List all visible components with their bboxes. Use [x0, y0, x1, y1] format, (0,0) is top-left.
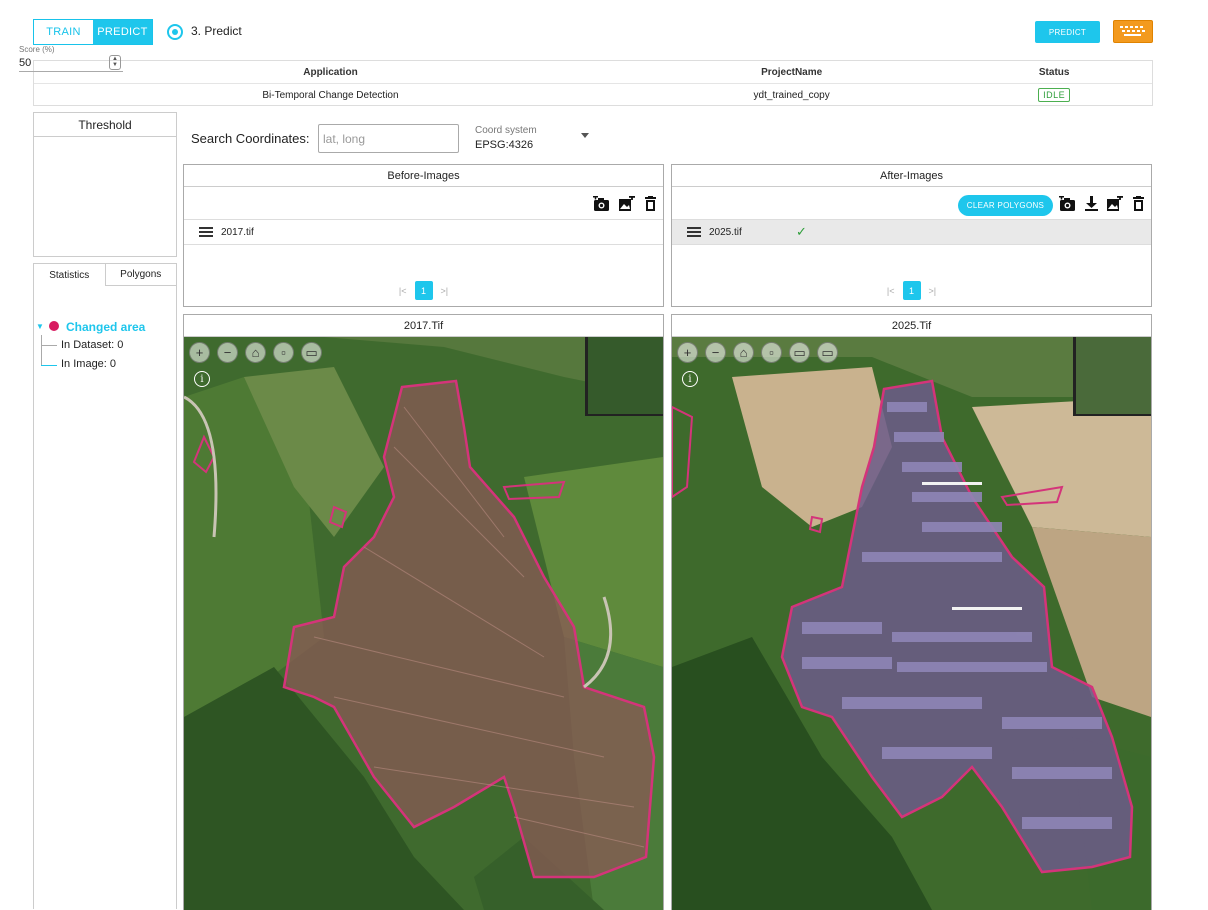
after-map-title: 2025.Tif [672, 315, 1151, 337]
keyboard-icon [1120, 26, 1145, 36]
zoom-in-icon[interactable]: + [189, 342, 210, 363]
project-info-table: Application ProjectName Status Bi-Tempor… [33, 60, 1153, 106]
step-label: 3. Predict [191, 24, 242, 38]
before-map-canvas[interactable]: + − ⌂ ▫ ▭ i [184, 337, 663, 910]
predict-mode-button[interactable]: PREDICT [93, 20, 152, 44]
tab-statistics[interactable]: Statistics [33, 263, 106, 286]
clear-polygons-button[interactable]: CLEAR POLYGONS [958, 195, 1053, 216]
tree-connector [41, 365, 57, 366]
before-map-title: 2017.Tif [184, 315, 663, 337]
list-item[interactable]: 2017.tif [184, 219, 663, 245]
application-value: Bi-Temporal Change Detection [262, 89, 399, 101]
layers-icon[interactable]: ▭ [301, 342, 322, 363]
fullscreen-icon[interactable]: ▫ [761, 342, 782, 363]
mode-toggle: TRAIN PREDICT [33, 19, 153, 45]
zoom-out-icon[interactable]: − [705, 342, 726, 363]
last-page-icon[interactable]: >| [929, 286, 937, 296]
home-icon[interactable]: ⌂ [733, 342, 754, 363]
list-item[interactable]: 2025.tif ✓ [672, 219, 1151, 245]
before-pager: |< 1 >| [184, 281, 663, 300]
expand-arrow-icon[interactable]: ▼ [36, 322, 44, 331]
header-status: Status [1038, 66, 1070, 78]
tab-polygons[interactable]: Polygons [105, 263, 177, 286]
add-image-icon[interactable] [618, 196, 635, 212]
delete-icon[interactable] [642, 196, 659, 212]
chevron-down-icon[interactable] [581, 133, 589, 138]
after-map-panel: 2025.Tif + − ⌂ ▫ ▭ ▭ i [671, 314, 1152, 910]
tree-connector [41, 335, 42, 366]
score-underline [19, 71, 123, 72]
after-pager: |< 1 >| [672, 281, 1151, 300]
add-camera-icon[interactable] [593, 196, 610, 212]
coord-system-select[interactable]: EPSG:4326 [475, 139, 533, 151]
keyboard-button[interactable] [1113, 20, 1153, 43]
first-page-icon[interactable]: |< [887, 286, 895, 296]
tree-item-in-image[interactable]: In Image: 0 [61, 358, 116, 370]
check-icon: ✓ [796, 224, 807, 239]
before-images-panel: Before-Images 2017.tif |< 1 >| [183, 164, 664, 307]
tree-root-changed-area[interactable]: Changed area [66, 320, 145, 334]
info-icon[interactable]: i [682, 371, 698, 387]
train-mode-button[interactable]: TRAIN [34, 20, 93, 44]
map-controls: + − ⌂ ▫ ▭ [189, 342, 322, 363]
minimap[interactable] [1073, 337, 1151, 416]
info-icon[interactable]: i [194, 371, 210, 387]
map-controls: + − ⌂ ▫ ▭ ▭ [677, 342, 838, 363]
add-image-icon[interactable] [1106, 196, 1123, 212]
header-project-name: ProjectName [761, 66, 823, 78]
score-stepper[interactable]: ▲ ▼ [109, 55, 121, 70]
search-coordinates-input[interactable] [318, 124, 459, 153]
tree-item-in-dataset[interactable]: In Dataset: 0 [61, 339, 123, 351]
coord-system-label: Coord system [475, 125, 537, 136]
before-map-panel: 2017.Tif + − ⌂ ▫ ▭ i [183, 314, 664, 910]
zoom-out-icon[interactable]: − [217, 342, 238, 363]
zoom-in-icon[interactable]: + [677, 342, 698, 363]
score-label: Score (%) [19, 45, 55, 54]
statistics-panel [33, 285, 177, 909]
after-file-name: 2025.tif [709, 226, 742, 238]
before-file-name: 2017.tif [221, 226, 254, 238]
after-map-canvas[interactable]: + − ⌂ ▫ ▭ ▭ i [672, 337, 1151, 910]
header-application: Application [303, 66, 358, 78]
before-satellite-image [184, 337, 663, 910]
threshold-panel: Threshold [33, 112, 177, 257]
status-badge: IDLE [1038, 88, 1071, 102]
delete-icon[interactable] [1130, 196, 1147, 212]
add-camera-icon[interactable] [1059, 196, 1076, 212]
download-icon[interactable] [1083, 196, 1100, 212]
search-coordinates-label: Search Coordinates: [191, 131, 310, 146]
settings-icon[interactable]: ▭ [817, 342, 838, 363]
after-images-title: After-Images [672, 165, 1151, 187]
after-images-panel: After-Images CLEAR POLYGONS 2025.tif ✓ |… [671, 164, 1152, 307]
minimap[interactable] [585, 337, 663, 416]
before-images-title: Before-Images [184, 165, 663, 187]
threshold-title: Threshold [34, 113, 176, 137]
predict-button[interactable]: PREDICT [1035, 21, 1100, 43]
after-satellite-image [672, 337, 1151, 910]
step-radio[interactable] [167, 24, 183, 40]
list-icon [199, 227, 213, 237]
changed-area-color-dot [49, 321, 59, 331]
layers-icon[interactable]: ▭ [789, 342, 810, 363]
page-button[interactable]: 1 [902, 281, 921, 300]
tree-connector [41, 345, 57, 346]
score-input[interactable]: 50 [19, 57, 31, 69]
fullscreen-icon[interactable]: ▫ [273, 342, 294, 363]
side-tabs: Statistics Polygons [33, 263, 177, 286]
page-button[interactable]: 1 [414, 281, 433, 300]
project-name-value: ydt_trained_copy [753, 89, 830, 101]
first-page-icon[interactable]: |< [399, 286, 407, 296]
last-page-icon[interactable]: >| [441, 286, 449, 296]
home-icon[interactable]: ⌂ [245, 342, 266, 363]
list-icon [687, 227, 701, 237]
